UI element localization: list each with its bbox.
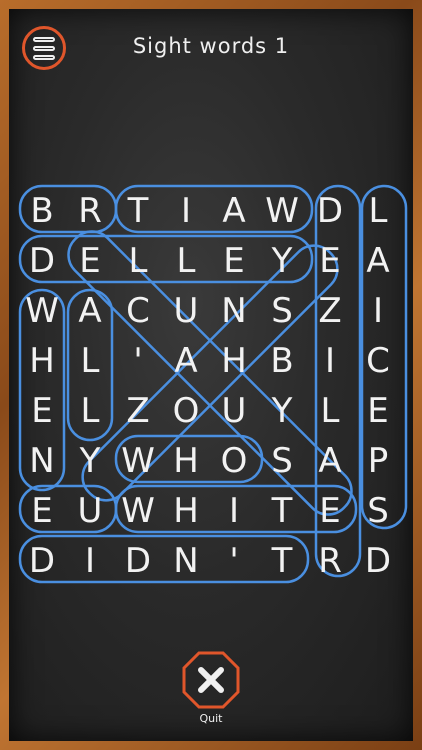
grid-letter[interactable]: W: [265, 191, 299, 231]
grid-letter[interactable]: S: [271, 291, 293, 331]
grid-letter[interactable]: S: [367, 491, 389, 531]
grid-letter[interactable]: P: [368, 441, 389, 481]
grid-letter[interactable]: B: [270, 341, 293, 381]
grid-letter[interactable]: D: [125, 541, 151, 581]
grid-letter[interactable]: R: [78, 191, 102, 231]
grid-letter[interactable]: A: [78, 291, 101, 331]
grid-letter[interactable]: C: [126, 291, 150, 331]
grid-letter[interactable]: L: [129, 241, 148, 281]
grid-letter[interactable]: O: [173, 391, 200, 431]
grid-letter[interactable]: Y: [271, 241, 293, 281]
found-word-outline: [18, 234, 314, 284]
close-icon: [198, 667, 224, 693]
grid-letter[interactable]: I: [181, 191, 191, 231]
grid-letter[interactable]: D: [365, 541, 391, 581]
grid-letter[interactable]: I: [85, 541, 95, 581]
grid-letter[interactable]: H: [221, 341, 247, 381]
grid-letter[interactable]: N: [221, 291, 246, 331]
grid-letter[interactable]: D: [29, 241, 55, 281]
grid-letter[interactable]: T: [271, 541, 293, 581]
grid-letter[interactable]: L: [177, 241, 196, 281]
grid-letter[interactable]: T: [127, 191, 149, 231]
grid-letter[interactable]: E: [223, 241, 244, 281]
word-grid[interactable]: B R T I A W D LD E L L E Y E AW A C U N S Z IH L ' A H B I CE L Z O U Y L E…: [0, 0, 422, 750]
grid-letter[interactable]: O: [221, 441, 248, 481]
grid-letter[interactable]: B: [30, 191, 53, 231]
grid-letter[interactable]: R: [318, 541, 342, 581]
grid-letter[interactable]: E: [319, 241, 340, 281]
grid-letter[interactable]: U: [222, 391, 247, 431]
grid-letter[interactable]: W: [25, 291, 59, 331]
grid-letter[interactable]: Z: [126, 391, 149, 431]
quit-label: Quit: [199, 712, 223, 725]
grid-letter[interactable]: H: [29, 341, 55, 381]
grid-letter[interactable]: L: [81, 391, 100, 431]
found-word-outline: [18, 534, 310, 584]
grid-letter[interactable]: H: [173, 491, 199, 531]
grid-letter[interactable]: E: [31, 391, 52, 431]
grid-letter[interactable]: ': [133, 341, 142, 381]
grid-letter[interactable]: N: [29, 441, 54, 481]
grid-letter[interactable]: E: [367, 391, 388, 431]
grid-letter[interactable]: U: [174, 291, 199, 331]
grid-letter[interactable]: E: [31, 491, 52, 531]
grid-letter[interactable]: D: [317, 191, 343, 231]
grid-letter[interactable]: ': [229, 541, 238, 581]
grid-letter[interactable]: W: [121, 441, 155, 481]
grid-letter[interactable]: A: [222, 191, 245, 231]
letter-grid[interactable]: B R T I A W D LD E L L E Y E AW A C U N S Z IH L ' A H B I CE L Z O U Y L E…: [25, 191, 391, 581]
grid-letter[interactable]: U: [78, 491, 103, 531]
grid-letter[interactable]: L: [81, 341, 100, 381]
grid-letter[interactable]: I: [325, 341, 335, 381]
grid-letter[interactable]: Z: [318, 291, 341, 331]
quit-button[interactable]: [181, 650, 241, 710]
grid-letter[interactable]: A: [174, 341, 197, 381]
grid-letter[interactable]: A: [318, 441, 341, 481]
grid-letter[interactable]: Y: [79, 441, 101, 481]
grid-letter[interactable]: I: [373, 291, 383, 331]
grid-letter[interactable]: Y: [271, 391, 293, 431]
grid-letter[interactable]: H: [173, 441, 199, 481]
grid-letter[interactable]: I: [229, 491, 239, 531]
grid-letter[interactable]: A: [366, 241, 389, 281]
grid-letter[interactable]: N: [173, 541, 198, 581]
grid-letter[interactable]: S: [271, 441, 293, 481]
grid-letter[interactable]: C: [366, 341, 390, 381]
grid-letter[interactable]: L: [321, 391, 340, 431]
grid-letter[interactable]: E: [319, 491, 340, 531]
grid-letter[interactable]: W: [121, 491, 155, 531]
grid-letter[interactable]: L: [369, 191, 388, 231]
grid-letter[interactable]: E: [79, 241, 100, 281]
found-word-outline: [81, 244, 339, 502]
grid-letter[interactable]: T: [271, 491, 293, 531]
grid-letter[interactable]: D: [29, 541, 55, 581]
